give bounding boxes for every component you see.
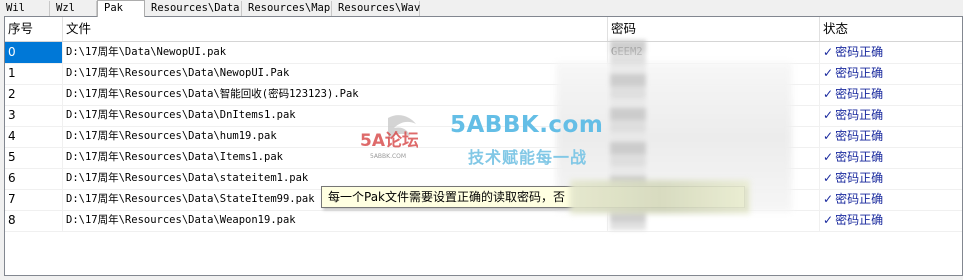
status-cell: ✓ 密码正确: [820, 147, 962, 168]
index-cell[interactable]: 1: [5, 63, 63, 84]
status-text: 密码正确: [835, 150, 884, 164]
watermark-logo-text: 5A论坛: [360, 130, 418, 151]
index-cell[interactable]: 0: [5, 42, 63, 63]
tab-wzl[interactable]: Wzl: [50, 1, 97, 16]
index-cell[interactable]: 7: [5, 189, 63, 210]
table-row[interactable]: 8 D:\17周年\Resources\Data\Weapon19.pak ✓ 密…: [5, 210, 962, 232]
status-cell: ✓ 密码正确: [820, 63, 962, 84]
status-text: 密码正确: [835, 87, 884, 101]
status-cell: ✓ 密码正确: [820, 210, 962, 231]
status-cell: ✓ 密码正确: [820, 126, 962, 147]
file-cell[interactable]: D:\17周年\Resources\Data\Weapon19.pak: [63, 210, 608, 231]
grid-header: 序号 文件 密码 状态: [5, 17, 962, 42]
column-header-index[interactable]: 序号: [5, 17, 63, 41]
watermark-logo-icon: 5A论坛 5ABBK.COM: [360, 115, 418, 160]
tab-wil[interactable]: Wil: [0, 1, 50, 16]
table-row[interactable]: 2 D:\17周年\Resources\Data\智能回收(密码123123).…: [5, 84, 962, 106]
tab-resources-wav[interactable]: Resources\Wav: [332, 1, 420, 16]
column-header-file[interactable]: 文件: [63, 17, 608, 41]
tab-label: Resources\Data: [151, 2, 240, 14]
table-row[interactable]: 0 D:\17周年\Data\NewopUI.pak GEEM2 ✓密码正确: [5, 42, 962, 64]
check-icon: ✓: [823, 171, 834, 185]
check-icon: ✓: [823, 192, 834, 206]
file-cell[interactable]: D:\17周年\Resources\Data\智能回收(密码123123).Pa…: [63, 84, 608, 105]
tab-label: Wil: [6, 2, 25, 14]
status-text: 密码正确: [835, 213, 884, 227]
check-icon: ✓: [823, 150, 834, 164]
tooltip-redaction-blur: [570, 180, 750, 214]
check-icon: ✓: [823, 213, 834, 227]
status-text: 密码正确: [835, 192, 884, 206]
status-cell: ✓ 密码正确: [820, 42, 962, 63]
status-text: 密码正确: [835, 66, 884, 80]
index-cell[interactable]: 5: [5, 147, 63, 168]
file-cell[interactable]: D:\17周年\Data\NewopUI.pak: [63, 42, 608, 63]
tab-label: Pak: [104, 2, 123, 14]
index-cell[interactable]: 4: [5, 126, 63, 147]
watermark-slogan: 技术赋能每一战: [468, 148, 588, 167]
column-header-password[interactable]: 密码: [608, 17, 820, 41]
index-cell[interactable]: 8: [5, 210, 63, 231]
watermark-logo-sub: 5ABBK.COM: [370, 153, 406, 160]
status-cell: ✓ 密码正确: [820, 105, 962, 126]
status-text: 密码正确: [835, 129, 884, 143]
index-cell[interactable]: 6: [5, 168, 63, 189]
status-text: 密码正确: [835, 45, 884, 59]
tab-strip: Wil Wzl Pak Resources\Data Resources\Map…: [0, 0, 963, 17]
tab-resources-map[interactable]: Resources\Map: [242, 1, 332, 16]
check-icon: ✓: [823, 87, 834, 101]
tab-resources-data[interactable]: Resources\Data: [145, 1, 242, 16]
watermark-site: 5ABBK.com: [450, 112, 604, 138]
table-row[interactable]: 1 D:\17周年\Resources\Data\NewopUI.Pak ✓ 密码…: [5, 63, 962, 85]
check-icon: ✓: [823, 66, 834, 80]
status-cell: ✓ 密码正确: [820, 168, 962, 189]
column-header-status[interactable]: 状态: [820, 17, 962, 41]
index-cell[interactable]: 3: [5, 105, 63, 126]
tab-label: Wzl: [56, 2, 75, 14]
check-icon: ✓: [823, 45, 834, 59]
check-icon: ✓: [823, 108, 834, 122]
tooltip-text: 每一个Pak文件需要设置正确的读取密码，否: [328, 190, 566, 204]
tab-label: Resources\Wav: [338, 2, 421, 14]
status-cell: ✓ 密码正确: [820, 84, 962, 105]
tab-label: Resources\Map: [248, 2, 331, 14]
file-cell[interactable]: D:\17周年\Resources\Data\NewopUI.Pak: [63, 63, 608, 84]
status-text: 密码正确: [835, 171, 884, 185]
tab-pak[interactable]: Pak: [97, 0, 145, 17]
status-text: 密码正确: [835, 108, 884, 122]
check-icon: ✓: [823, 129, 834, 143]
index-cell[interactable]: 2: [5, 84, 63, 105]
status-cell: ✓ 密码正确: [820, 189, 962, 210]
